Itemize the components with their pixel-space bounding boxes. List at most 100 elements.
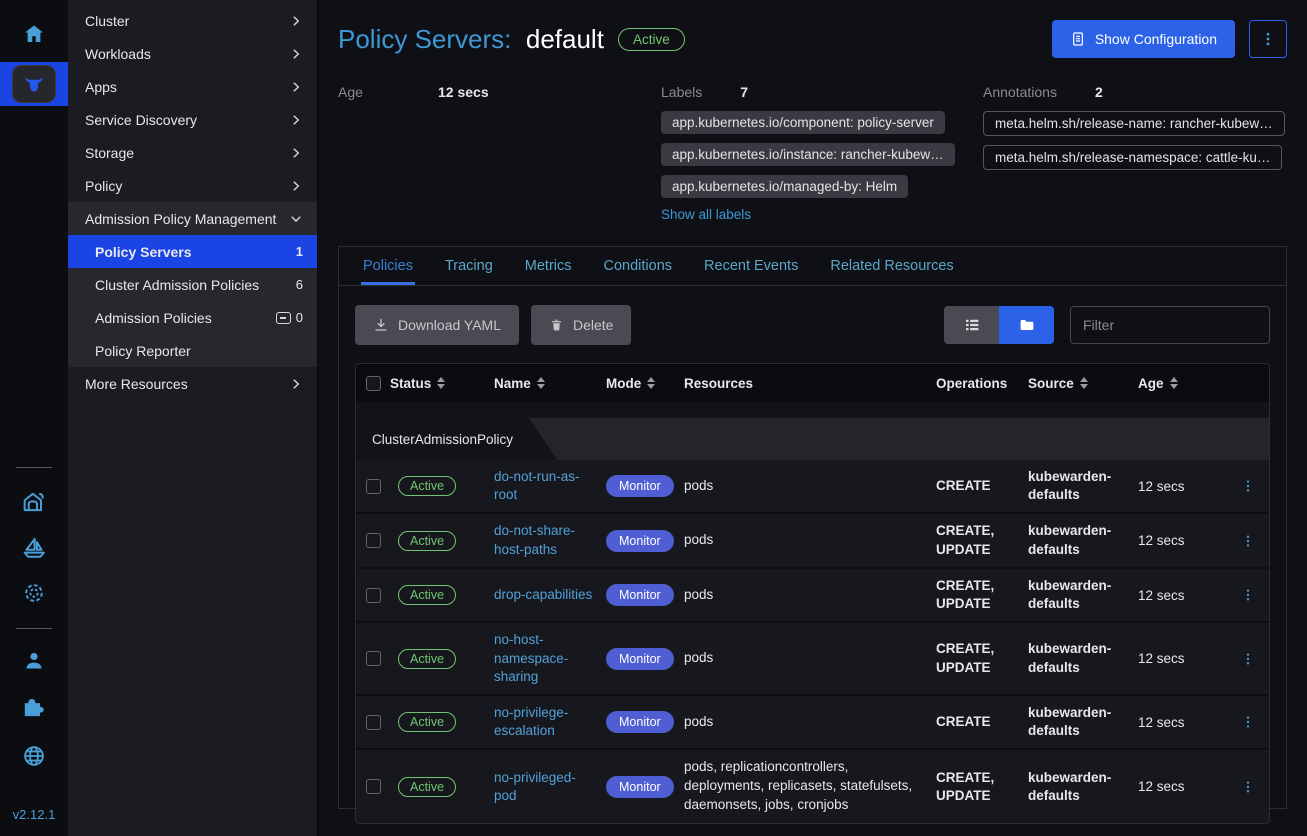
delete-button[interactable]: Delete xyxy=(531,305,631,345)
sidebar-item-cluster[interactable]: Cluster xyxy=(68,4,317,37)
row-checkbox[interactable] xyxy=(366,779,381,794)
age-cell: 12 secs xyxy=(1138,779,1226,794)
column-header-age[interactable]: Age xyxy=(1138,376,1226,391)
download-yaml-button[interactable]: Download YAML xyxy=(355,305,519,345)
longhorn-button[interactable] xyxy=(19,488,49,516)
column-header-operations[interactable]: Operations xyxy=(936,376,1028,391)
longhorn-icon xyxy=(19,488,49,516)
group-tab: ClusterAdmissionPolicy xyxy=(356,418,557,460)
sidebar-item-label: Policy Reporter xyxy=(95,343,303,359)
table-body: Active do-not-run-as-root Monitor pods CREAT… xyxy=(356,460,1269,823)
resources-cell: pods xyxy=(684,649,936,668)
policy-name-link[interactable]: no-host-namespace-sharing xyxy=(494,632,568,683)
list-view-button[interactable] xyxy=(944,306,999,344)
show-all-labels-link[interactable]: Show all labels xyxy=(661,207,751,222)
policy-name-link[interactable]: no-privilege-escalation xyxy=(494,705,568,738)
harvester-button[interactable] xyxy=(19,534,49,562)
source-cell: kubewarden-defaults xyxy=(1028,704,1138,740)
column-header-source[interactable]: Source xyxy=(1028,376,1138,391)
table-row: Activedrop-capabilitiesMonitorpodsCREATE… xyxy=(356,567,1269,621)
row-actions-button[interactable] xyxy=(1226,713,1269,731)
sidebar-group-admission-policy-management[interactable]: Admission Policy Management xyxy=(68,202,317,235)
sidebar-item-workloads[interactable]: Workloads xyxy=(68,37,317,70)
select-all-checkbox[interactable] xyxy=(366,376,381,391)
tab-policies[interactable]: Policies xyxy=(361,247,415,285)
row-actions-button[interactable] xyxy=(1226,477,1269,495)
operations-cell: CREATE xyxy=(936,477,1028,495)
sidebar-item-policy[interactable]: Policy xyxy=(68,169,317,202)
sidebar-item-admission-policies[interactable]: Admission Policies0 xyxy=(68,301,317,334)
user-button[interactable] xyxy=(21,649,47,673)
policy-name-link[interactable]: no-privileged-pod xyxy=(494,770,576,803)
detail-panel: Policies Tracing Metrics Conditions Recent E… xyxy=(338,246,1287,809)
row-checkbox[interactable] xyxy=(366,651,381,666)
page-title-prefix: Policy Servers: xyxy=(338,24,519,54)
column-header-status[interactable]: Status xyxy=(390,376,494,391)
cluster-tile xyxy=(12,65,56,103)
show-configuration-button[interactable]: Show Configuration xyxy=(1052,20,1235,58)
sidebar-item-count: 6 xyxy=(296,277,303,292)
sidebar-item-policy-servers[interactable]: Policy Servers1 xyxy=(68,235,317,268)
tab-conditions[interactable]: Conditions xyxy=(602,247,675,285)
sidebar-item-label: Cluster Admission Policies xyxy=(95,277,296,293)
row-status-badge: Active xyxy=(398,649,456,669)
sidebar-item-policy-reporter[interactable]: Policy Reporter xyxy=(68,334,317,367)
row-actions-button[interactable] xyxy=(1226,532,1269,550)
fleet-button[interactable] xyxy=(19,580,49,606)
chevron-right-icon xyxy=(289,14,303,28)
table-toolbar: Download YAML Delete xyxy=(339,286,1286,363)
table-gap xyxy=(356,402,1269,418)
column-header-name[interactable]: Name xyxy=(494,376,606,391)
annotation-chip: meta.helm.sh/release-name: rancher-kubew… xyxy=(983,111,1285,136)
policy-name-link[interactable]: do-not-run-as-root xyxy=(494,469,580,502)
row-checkbox[interactable] xyxy=(366,533,381,548)
rail-group-1 xyxy=(19,488,49,624)
tab-recent-events[interactable]: Recent Events xyxy=(702,247,800,285)
sidebar-item-more-resources[interactable]: More Resources xyxy=(68,367,317,400)
policy-name-link[interactable]: drop-capabilities xyxy=(494,587,592,602)
sidebar-item-label: Service Discovery xyxy=(85,112,289,128)
row-checkbox[interactable] xyxy=(366,588,381,603)
source-cell: kubewarden-defaults xyxy=(1028,769,1138,805)
column-header-resources[interactable]: Resources xyxy=(684,376,936,391)
tab-tracing[interactable]: Tracing xyxy=(443,247,495,285)
icon-rail: v2.12.1 xyxy=(0,0,68,836)
row-actions-button[interactable] xyxy=(1226,586,1269,604)
mode-badge: Monitor xyxy=(606,475,674,497)
folder-icon xyxy=(1017,316,1037,334)
filter-input[interactable] xyxy=(1070,306,1270,344)
column-label: Age xyxy=(1138,376,1164,391)
rail-divider xyxy=(16,467,52,468)
sidebar-item-service-discovery[interactable]: Service Discovery xyxy=(68,103,317,136)
sidebar-item-apps[interactable]: Apps xyxy=(68,70,317,103)
admission-policy-group: Admission Policy Management Policy Serve… xyxy=(68,202,317,367)
row-actions-button[interactable] xyxy=(1226,650,1269,668)
column-label: Operations xyxy=(936,376,1007,391)
row-checkbox[interactable] xyxy=(366,479,381,494)
tab-bar: Policies Tracing Metrics Conditions Recent E… xyxy=(339,247,1286,286)
cluster-rail-item[interactable] xyxy=(0,62,68,106)
labels-block: Labels 7 app.kubernetes.io/component: po… xyxy=(661,84,983,224)
sidebar-item-storage[interactable]: Storage xyxy=(68,136,317,169)
list-icon xyxy=(962,316,982,334)
sidebar-item-count: 1 xyxy=(296,244,303,259)
policy-name-link[interactable]: do-not-share-host-paths xyxy=(494,523,575,556)
tab-related-resources[interactable]: Related Resources xyxy=(828,247,955,285)
sidebar-item-label: Cluster xyxy=(85,13,289,29)
column-label: Name xyxy=(494,376,531,391)
table-row: Activeno-privilege-escalationMonitorpods… xyxy=(356,694,1269,748)
row-actions-button[interactable] xyxy=(1226,778,1269,796)
kebab-row-icon xyxy=(1240,477,1256,495)
sort-icon xyxy=(647,377,655,389)
globe-button[interactable] xyxy=(21,743,47,769)
extensions-button[interactable] xyxy=(21,695,47,721)
column-header-mode[interactable]: Mode xyxy=(606,376,684,391)
tab-metrics[interactable]: Metrics xyxy=(523,247,574,285)
home-button[interactable] xyxy=(0,14,68,54)
header-actions-button[interactable] xyxy=(1249,20,1287,58)
row-checkbox[interactable] xyxy=(366,715,381,730)
group-view-button[interactable] xyxy=(999,306,1054,344)
sidebar-item-cluster-admission-policies[interactable]: Cluster Admission Policies6 xyxy=(68,268,317,301)
column-label: Status xyxy=(390,376,431,391)
operations-cell: CREATE, UPDATE xyxy=(936,577,1028,613)
